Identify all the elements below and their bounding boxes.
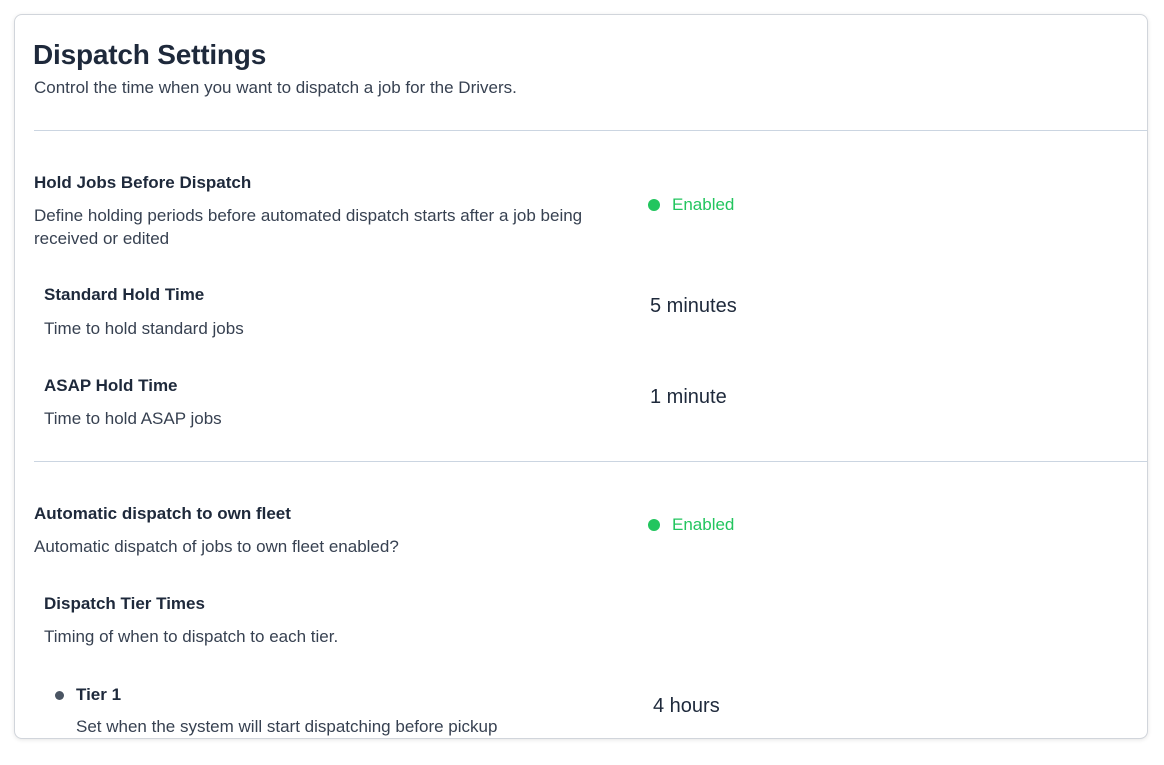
- page-subtitle: Control the time when you want to dispat…: [34, 78, 517, 97]
- auto-dispatch-status[interactable]: Enabled: [648, 515, 734, 535]
- tier-1-value[interactable]: 4 hours: [653, 695, 720, 718]
- standard-hold-time-value[interactable]: 5 minutes: [650, 295, 737, 318]
- dispatch-settings-card: Dispatch Settings Control the time when …: [14, 14, 1148, 739]
- status-dot-icon: [648, 519, 660, 531]
- tier-1-description: Set when the system will start dispatchi…: [76, 717, 498, 736]
- hold-jobs-status-label: Enabled: [672, 195, 735, 214]
- standard-hold-time-label: Standard Hold Time: [44, 285, 205, 304]
- status-dot-icon: [648, 199, 660, 211]
- page-title: Dispatch Settings: [33, 39, 267, 70]
- hold-jobs-description: Define holding periods before automated …: [34, 206, 583, 248]
- hold-jobs-status[interactable]: Enabled: [648, 195, 734, 215]
- section-divider: [34, 461, 1147, 462]
- auto-dispatch-description: Automatic dispatch of jobs to own fleet …: [34, 537, 399, 556]
- tier-1-label: Tier 1: [76, 685, 122, 704]
- section-divider: [34, 130, 1147, 131]
- dispatch-tier-times-label: Dispatch Tier Times: [44, 594, 205, 613]
- auto-dispatch-label: Automatic dispatch to own fleet: [34, 504, 291, 523]
- hold-jobs-label: Hold Jobs Before Dispatch: [34, 173, 252, 192]
- asap-hold-time-label: ASAP Hold Time: [44, 376, 178, 395]
- bullet-icon: [55, 691, 64, 700]
- asap-hold-time-description: Time to hold ASAP jobs: [44, 409, 222, 428]
- dispatch-tier-times-description: Timing of when to dispatch to each tier.: [44, 627, 339, 646]
- asap-hold-time-value[interactable]: 1 minute: [650, 386, 727, 409]
- auto-dispatch-status-label: Enabled: [672, 515, 735, 534]
- standard-hold-time-description: Time to hold standard jobs: [44, 319, 244, 338]
